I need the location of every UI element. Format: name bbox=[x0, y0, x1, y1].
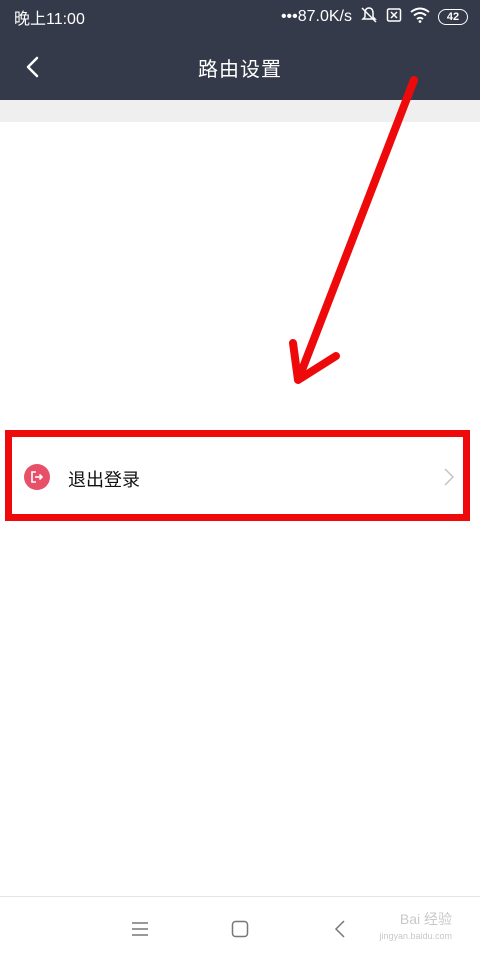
battery-level: 42 bbox=[446, 10, 460, 23]
logout-list-item[interactable]: 退出登录 bbox=[10, 436, 465, 518]
home-icon bbox=[231, 920, 249, 938]
menu-button[interactable] bbox=[124, 913, 156, 945]
sim-icon bbox=[386, 7, 402, 28]
logout-label: 退出登录 bbox=[68, 470, 140, 490]
title-bar: 路由设置 bbox=[0, 34, 480, 100]
navigation-bar: Bai 经验 jingyan.baidu.com bbox=[0, 896, 480, 960]
wifi-icon bbox=[410, 7, 430, 28]
watermark-url: jingyan.baidu.com bbox=[379, 931, 452, 941]
status-bar: 晚上11:00 •••87.0K/s 42 bbox=[0, 0, 480, 34]
page-title: 路由设置 bbox=[198, 58, 282, 81]
home-button[interactable] bbox=[224, 913, 256, 945]
baidu-watermark: Bai 经验 jingyan.baidu.com bbox=[379, 909, 452, 941]
network-speed: •••87.0K/s bbox=[280, 8, 352, 25]
chevron-left-icon bbox=[26, 56, 39, 78]
chevron-right-icon bbox=[444, 468, 455, 486]
status-indicators: •••87.0K/s 42 bbox=[281, 6, 468, 29]
logout-icon bbox=[24, 464, 50, 490]
mute-icon bbox=[360, 6, 378, 29]
menu-icon bbox=[132, 922, 148, 936]
back-icon bbox=[334, 920, 345, 938]
nav-back-button[interactable] bbox=[324, 913, 356, 945]
section-separator bbox=[0, 100, 480, 122]
watermark-text: Bai 经验 bbox=[399, 911, 452, 927]
battery-icon: 42 bbox=[438, 9, 468, 25]
status-time: 晚上11:00 bbox=[14, 11, 85, 28]
back-button[interactable] bbox=[18, 52, 48, 82]
